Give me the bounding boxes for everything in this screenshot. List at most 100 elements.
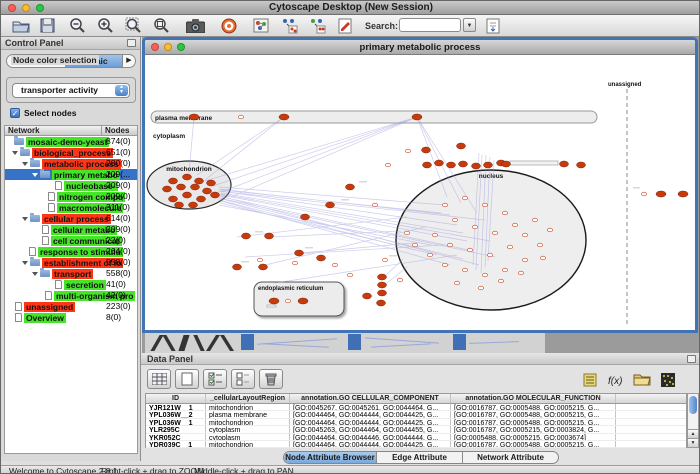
- window-edge-fragment: [241, 334, 254, 350]
- folder-icon: [30, 160, 40, 167]
- table-row[interactable]: YPL036W__1mitochondrion[GO:0044464, GO:0…: [146, 419, 686, 426]
- expander-icon[interactable]: [32, 173, 38, 177]
- file-icon: [55, 280, 62, 289]
- layout-b-icon[interactable]: [305, 16, 329, 35]
- unselect-attributes-icon[interactable]: [231, 369, 255, 389]
- node-color-combobox[interactable]: transporter activity ▲▼: [12, 83, 130, 98]
- column-header[interactable]: annotation.GO CELLULAR_COMPONENT: [290, 394, 451, 403]
- tree-row[interactable]: cell communicat22(0): [5, 235, 137, 246]
- zoom-window-icon[interactable]: [36, 4, 44, 12]
- tab-edge-attribute-browser[interactable]: Edge Attribute Browser: [376, 452, 462, 463]
- tree-row[interactable]: cellular process614(0): [5, 213, 137, 224]
- file-icon: [45, 291, 52, 300]
- close-view-icon[interactable]: [151, 43, 159, 51]
- app-titlebar: Cytoscape Desktop (New Session): [1, 1, 700, 15]
- column-header[interactable]: annotation.GO MOLECULAR_FUNCTION: [451, 394, 616, 403]
- zoom-fit-icon[interactable]: [121, 16, 145, 35]
- network-tree-header: Network Nodes: [4, 125, 138, 136]
- zoom-out-icon[interactable]: [65, 16, 89, 35]
- tree-row[interactable]: response to stimulu264(0): [5, 246, 137, 257]
- tab-network-attribute-browser[interactable]: Network Attribute Browser: [462, 452, 558, 463]
- function-builder-icon[interactable]: f(x): [605, 371, 627, 388]
- scroll-up-icon[interactable]: ▲: [688, 429, 698, 438]
- tree-row[interactable]: biological_process651(0): [5, 147, 137, 158]
- new-attribute-icon[interactable]: [175, 369, 199, 389]
- expander-icon[interactable]: [22, 162, 28, 166]
- control-panel-title: Control Panel: [5, 38, 64, 48]
- network-window-titlebar[interactable]: primary metabolic process: [145, 40, 695, 55]
- network-view-window[interactable]: primary metabolic process plasma membran…: [142, 37, 698, 333]
- table-row[interactable]: YKR052Ccytoplasm[GO:0044464, GO:0044446,…: [146, 434, 686, 441]
- minimize-view-icon[interactable]: [164, 43, 172, 51]
- tree-row[interactable]: unassigned223(0): [5, 301, 137, 312]
- tree-row[interactable]: establishment of lo558(0): [5, 257, 137, 268]
- select-attributes-icon[interactable]: [203, 369, 227, 389]
- tree-row[interactable]: metabolic process280(0): [5, 158, 137, 169]
- attribute-table-icon[interactable]: [147, 369, 171, 389]
- import-attributes-icon[interactable]: [631, 371, 653, 388]
- expander-icon[interactable]: [22, 261, 28, 265]
- annotation-icon[interactable]: [333, 16, 357, 35]
- expander-icon[interactable]: [22, 217, 28, 221]
- float-panel-icon[interactable]: [687, 355, 696, 363]
- minimize-window-icon[interactable]: [22, 4, 30, 12]
- file-icon: [15, 302, 22, 311]
- tree-row[interactable]: transport558(0): [5, 268, 137, 279]
- network-canvas[interactable]: plasma membrane cytoplasm mitochondrion …: [145, 55, 695, 330]
- save-icon[interactable]: [35, 16, 59, 35]
- tree-row[interactable]: mosaic-demo-yeast874(0): [5, 136, 137, 147]
- column-header[interactable]: _cellularLayoutRegion: [206, 394, 290, 403]
- select-nodes-checkbox[interactable]: ✓: [10, 108, 20, 118]
- formula-notepad-icon[interactable]: [579, 371, 601, 388]
- combobox-stepper-icon[interactable]: ▲▼: [115, 85, 128, 96]
- scrollbar-thumb[interactable]: [689, 396, 697, 414]
- tree-row-selected[interactable]: primary metabo209(...: [5, 169, 137, 180]
- window-edge-fragment: [453, 334, 466, 350]
- zoom-view-icon[interactable]: [177, 43, 185, 51]
- tree-row[interactable]: cellular metabo209(0): [5, 224, 137, 235]
- layout-a-icon[interactable]: [277, 16, 301, 35]
- zoom-hint: Right-click + drag to ZOOM: [101, 466, 204, 474]
- table-row[interactable]: YJR121W__1mitochondrion[GO:0045267, GO:0…: [146, 404, 686, 411]
- snapshot-icon[interactable]: [183, 16, 207, 35]
- unassigned-label: unassigned: [608, 82, 642, 88]
- column-header[interactable]: ID: [146, 394, 206, 403]
- view-icon[interactable]: [249, 16, 273, 35]
- tree-row[interactable]: secretion41(0): [5, 279, 137, 290]
- expander-icon[interactable]: [32, 272, 38, 276]
- control-panel: Control Panel Network Mosaic ▶ Node colo…: [1, 37, 141, 461]
- table-row[interactable]: YDR039C__1mitochondrion[GO:0044464, GO:0…: [146, 441, 686, 448]
- help-icon[interactable]: [217, 16, 241, 35]
- search-dropdown-icon[interactable]: ▼: [463, 18, 476, 32]
- search-input[interactable]: [399, 18, 461, 32]
- zoom-selected-icon[interactable]: [149, 16, 173, 35]
- tree-row[interactable]: nucleobase-209(0): [5, 180, 137, 191]
- zoomed-label-fragment: [150, 335, 163, 351]
- select-nodes-row: ✓ Select nodes: [10, 107, 76, 119]
- float-panel-icon[interactable]: [127, 39, 136, 47]
- background-window-fragments: [145, 333, 545, 353]
- tree-row[interactable]: nitrogen compo209(0): [5, 191, 137, 202]
- svg-text:f(x): f(x): [608, 376, 622, 387]
- table-row[interactable]: YLR295Ccytoplasm[GO:0045263, GO:0044464,…: [146, 426, 686, 433]
- table-row[interactable]: YPL036W__2plasma membrane[GO:0044464, GO…: [146, 411, 686, 418]
- close-window-icon[interactable]: [8, 4, 16, 12]
- file-icon: [29, 247, 36, 256]
- tab-node-attribute-browser[interactable]: Node Attribute Browser: [284, 452, 376, 463]
- expander-icon[interactable]: [12, 151, 18, 155]
- file-icon: [48, 192, 55, 201]
- tree-row[interactable]: multi-organism pro42(0): [5, 290, 137, 301]
- search-label: Search:: [365, 21, 398, 31]
- tree-row[interactable]: macromolecule311(0): [5, 202, 137, 213]
- open-icon[interactable]: [9, 16, 33, 35]
- folder-icon: [20, 149, 30, 156]
- table-scrollbar[interactable]: ▲ ▼: [687, 393, 699, 448]
- tree-row[interactable]: Overview8(0): [5, 312, 137, 323]
- zoom-in-icon[interactable]: [93, 16, 117, 35]
- control-panel-header: Control Panel: [1, 37, 140, 50]
- search-options-icon[interactable]: [481, 16, 505, 35]
- delete-attribute-icon[interactable]: [259, 369, 283, 389]
- attribute-matrix-icon[interactable]: [657, 371, 679, 388]
- tab-scroll-right-icon[interactable]: ▶: [122, 55, 135, 67]
- scroll-down-icon[interactable]: ▼: [688, 438, 698, 447]
